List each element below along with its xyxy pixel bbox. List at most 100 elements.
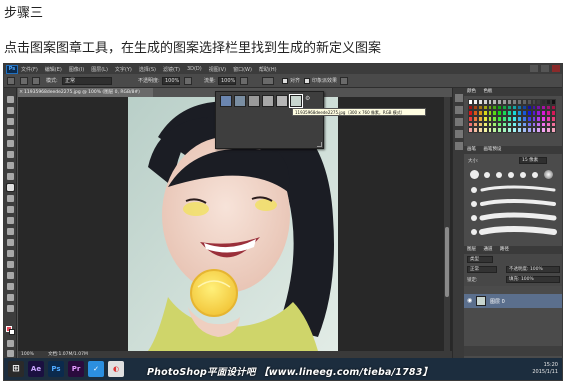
brush-presets-tips[interactable] (470, 170, 558, 180)
aligned-checkbox[interactable] (282, 78, 288, 84)
menu-window[interactable]: 窗口(W) (233, 66, 252, 73)
menu-edit[interactable]: 编辑(E) (45, 66, 62, 73)
properties-panel-icon[interactable] (455, 106, 463, 114)
pattern-swatch-gray-2[interactable] (262, 95, 274, 107)
color-swatch[interactable] (551, 127, 556, 133)
brush-tip-4[interactable] (520, 172, 526, 178)
tab-swatches[interactable]: 色板 (483, 89, 492, 94)
document-tab[interactable]: × 11935968deede2275.jpg @ 100% (图层 0, RG… (18, 88, 153, 97)
pattern-dropdown-icon[interactable] (262, 77, 274, 85)
eye-icon[interactable]: ◉ (467, 297, 474, 304)
clone-source-panel-icon[interactable] (455, 142, 463, 150)
menu-view[interactable]: 视图(V) (209, 66, 226, 73)
hand-tool-icon[interactable] (7, 294, 14, 301)
layer-name[interactable]: 图层 0 (490, 298, 505, 305)
history-brush-tool-icon[interactable] (7, 195, 14, 202)
menu-filter[interactable]: 滤镜(T) (163, 66, 180, 73)
tab-paths[interactable]: 路径 (500, 247, 509, 252)
browser-app-icon[interactable]: ◐ (108, 361, 124, 377)
pattern-stamp-tool-button-icon[interactable] (6, 183, 15, 192)
opacity-label: 不透明度: (138, 78, 160, 84)
impressionist-checkbox[interactable] (304, 78, 310, 84)
history-panel-icon[interactable] (455, 94, 463, 102)
quick-select-tool-icon[interactable] (7, 129, 14, 136)
pattern-swatch-new-photo[interactable] (289, 94, 303, 108)
menu-3d[interactable]: 3D(D) (187, 66, 202, 72)
close-icon[interactable] (552, 65, 560, 72)
brush-tip-2[interactable] (496, 172, 502, 178)
bird-app-icon[interactable]: ✓ (88, 361, 104, 377)
menu-file[interactable]: 文件(F) (21, 66, 38, 73)
tab-brush-presets[interactable]: 画笔预设 (483, 147, 501, 152)
tab-color[interactable]: 颜色 (467, 89, 476, 94)
pressure-size-icon[interactable] (340, 77, 348, 85)
maximize-icon[interactable] (541, 65, 549, 72)
blur-tool-icon[interactable] (7, 228, 14, 235)
mode-select[interactable]: 正常 (62, 77, 112, 85)
swatch-grid[interactable] (468, 99, 556, 133)
background-color-swatch[interactable] (9, 329, 15, 335)
zoom-tool-icon[interactable] (7, 305, 14, 312)
menu-help[interactable]: 帮助(H) (259, 66, 277, 73)
eyedropper-tool-icon[interactable] (7, 151, 14, 158)
layer-filter-select[interactable]: 类型 (467, 256, 493, 263)
dodge-tool-icon[interactable] (7, 239, 14, 246)
tab-channels[interactable]: 通道 (483, 247, 492, 252)
type-tool-icon[interactable] (7, 261, 14, 268)
menu-type[interactable]: 文字(Y) (115, 66, 132, 73)
path-select-tool-icon[interactable] (7, 272, 14, 279)
brush-tool-icon[interactable] (7, 173, 14, 180)
pattern-stamp-tool-icon[interactable] (7, 77, 15, 85)
brush-tip-3[interactable] (508, 172, 514, 178)
lasso-tool-icon[interactable] (7, 118, 14, 125)
minimize-icon[interactable] (530, 65, 538, 72)
brush-stroke-previews[interactable] (470, 184, 558, 244)
windows-start-icon[interactable]: ⊞ (8, 361, 24, 377)
scrollbar-thumb[interactable] (445, 227, 449, 297)
eraser-tool-icon[interactable] (7, 206, 14, 213)
layer-row[interactable]: ◉ 图层 0 (464, 294, 562, 308)
brush-preset-icon[interactable] (20, 77, 28, 85)
brush-panel-icon[interactable] (455, 130, 463, 138)
opacity-input[interactable]: 100% (162, 77, 180, 85)
brush-tip-1[interactable] (484, 172, 490, 178)
aftereffects-app-icon[interactable]: Ae (28, 361, 44, 377)
pattern-swatch-bubbles[interactable] (220, 95, 232, 107)
airbrush-icon[interactable] (240, 77, 248, 85)
menu-layer[interactable]: 图层(L) (91, 66, 108, 73)
brush-tip-soft[interactable] (544, 170, 553, 179)
blend-mode-select[interactable]: 正常 (467, 266, 497, 273)
pattern-swatch-gray-3[interactable] (276, 95, 288, 107)
shape-tool-icon[interactable] (7, 283, 14, 290)
canvas-scrollbar[interactable] (444, 97, 450, 351)
zoom-readout[interactable]: 100% (21, 352, 34, 357)
menu-image[interactable]: 图像(I) (69, 66, 84, 73)
brush-size-input[interactable]: 15 像素 (519, 157, 547, 164)
pressure-opacity-icon[interactable] (184, 77, 192, 85)
quick-mask-icon[interactable] (7, 340, 14, 347)
menu-select[interactable]: 选择(S) (139, 66, 156, 73)
brush-tip-hard[interactable] (470, 170, 479, 179)
gradient-tool-icon[interactable] (7, 217, 14, 224)
marquee-tool-icon[interactable] (7, 107, 14, 114)
pen-tool-icon[interactable] (7, 250, 14, 257)
crop-tool-icon[interactable] (7, 140, 14, 147)
brush-tip-5[interactable] (532, 172, 538, 178)
screen-mode-icon[interactable] (7, 350, 14, 357)
flow-input[interactable]: 100% (218, 77, 236, 85)
move-tool-icon[interactable] (7, 96, 14, 103)
resize-grip-icon[interactable] (317, 142, 322, 147)
layer-fill-input[interactable]: 填充: 100% (506, 276, 560, 283)
pattern-swatch-gray-1[interactable] (248, 95, 260, 107)
premiere-app-icon[interactable]: Pr (68, 361, 84, 377)
tab-brush[interactable]: 画笔 (467, 147, 476, 152)
gear-icon[interactable]: ⚙ (305, 96, 311, 102)
layer-opacity-input[interactable]: 不透明度: 100% (506, 266, 560, 273)
tab-layers[interactable]: 图层 (467, 247, 476, 252)
tab-close-icon[interactable]: × (19, 88, 23, 97)
healing-brush-tool-icon[interactable] (7, 162, 14, 169)
pattern-swatch-texture[interactable] (234, 95, 246, 107)
info-panel-icon[interactable] (455, 118, 463, 126)
photoshop-app-icon[interactable]: Ps (48, 361, 64, 377)
brush-panel-toggle-icon[interactable] (32, 77, 40, 85)
